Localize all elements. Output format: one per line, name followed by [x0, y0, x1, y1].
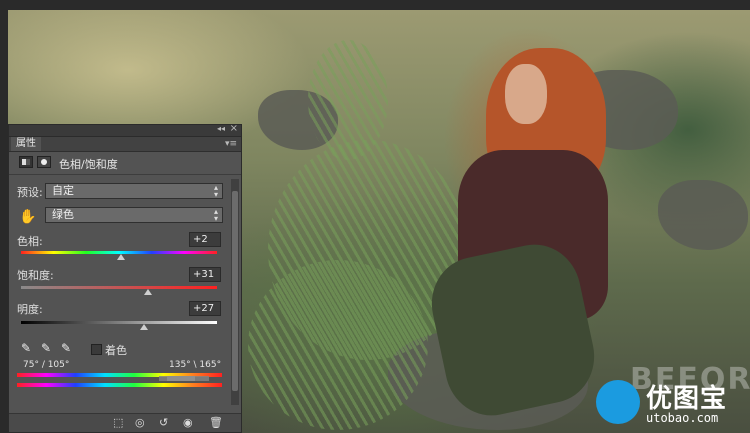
color-range-bottom-bar — [17, 383, 222, 387]
trash-icon[interactable]: 🗑 — [209, 416, 223, 429]
preset-dropdown[interactable]: 自定 ▴ ▾ — [45, 183, 223, 199]
lightness-value-field[interactable]: +27 — [189, 301, 221, 316]
color-range-selector[interactable] — [159, 376, 209, 381]
lightness-slider-thumb[interactable] — [140, 324, 149, 330]
clip-to-layer-icon[interactable]: ⬚ — [113, 416, 123, 429]
adjustment-layer-icon — [19, 156, 33, 168]
panel-scrollbar[interactable] — [231, 179, 239, 405]
rock — [658, 180, 748, 250]
dropdown-arrows-icon: ▴ ▾ — [213, 183, 218, 199]
logo-bird-icon — [596, 380, 640, 424]
panel-header: ◂◂ × — [9, 123, 241, 137]
woman-face — [505, 64, 547, 124]
lightness-label: 明度: — [17, 303, 43, 316]
saturation-value-field[interactable]: +31 — [189, 267, 221, 282]
logo-text: 优图宝 — [646, 384, 728, 414]
lightness-slider-track[interactable] — [21, 321, 217, 324]
close-icon[interactable]: × — [230, 123, 238, 134]
colorize-label: 着色 — [105, 344, 127, 357]
tab-properties[interactable]: 属性 — [11, 137, 41, 151]
range-right-text: 135° \ 165° — [169, 360, 222, 370]
reset-icon[interactable]: ↺ — [159, 416, 168, 429]
preset-label: 预设: — [17, 186, 43, 199]
site-logo: 优图宝 utobao.com — [596, 378, 750, 428]
color-range-inner[interactable] — [167, 376, 195, 381]
fern — [308, 40, 388, 160]
fern — [248, 260, 428, 430]
scrollbar-thumb[interactable] — [232, 191, 238, 391]
saturation-slider-track[interactable] — [21, 286, 217, 289]
colorize-checkbox[interactable] — [91, 344, 102, 355]
collapse-icon[interactable]: ◂◂ — [217, 124, 225, 133]
properties-panel: ◂◂ × 属性 ▾≡ 色相/饱和度 预设: 自定 ▴ ▾ ✋ 绿色 ▴ ▾ 色相: … — [8, 123, 242, 433]
hand-adjust-icon[interactable]: ✋ — [19, 209, 36, 225]
logo-url: utobao.com — [646, 411, 719, 425]
hue-slider-thumb[interactable] — [116, 254, 125, 260]
panel-tab-row: 属性 ▾≡ — [9, 137, 241, 152]
eyedropper-minus-icon[interactable]: ✎ — [61, 341, 71, 355]
saturation-slider-thumb[interactable] — [144, 289, 153, 295]
mask-icon[interactable] — [37, 156, 51, 168]
dropdown-arrows-icon: ▴ ▾ — [213, 207, 218, 223]
saturation-label: 饱和度: — [17, 269, 54, 282]
visibility-eye-icon[interactable]: ◉ — [183, 416, 193, 429]
preset-value: 自定 — [52, 184, 74, 197]
eyedropper-plus-icon[interactable]: ✎ — [41, 341, 51, 355]
range-left-text: 75° / 105° — [23, 360, 70, 370]
view-previous-icon[interactable]: ◎ — [135, 416, 145, 429]
hue-value-field[interactable]: +2 — [189, 232, 221, 247]
hue-label: 色相: — [17, 235, 43, 248]
channel-value: 绿色 — [52, 208, 74, 221]
adjustment-title-row: 色相/饱和度 — [9, 152, 241, 175]
adjustment-title: 色相/饱和度 — [59, 158, 118, 171]
panel-menu-icon[interactable]: ▾≡ — [225, 137, 237, 151]
channel-dropdown[interactable]: 绿色 ▴ ▾ — [45, 207, 223, 223]
eyedropper-icon[interactable]: ✎ — [21, 341, 31, 355]
panel-bottom-toolbar: ⬚ ◎ ↺ ◉ 🗑 — [9, 413, 241, 432]
